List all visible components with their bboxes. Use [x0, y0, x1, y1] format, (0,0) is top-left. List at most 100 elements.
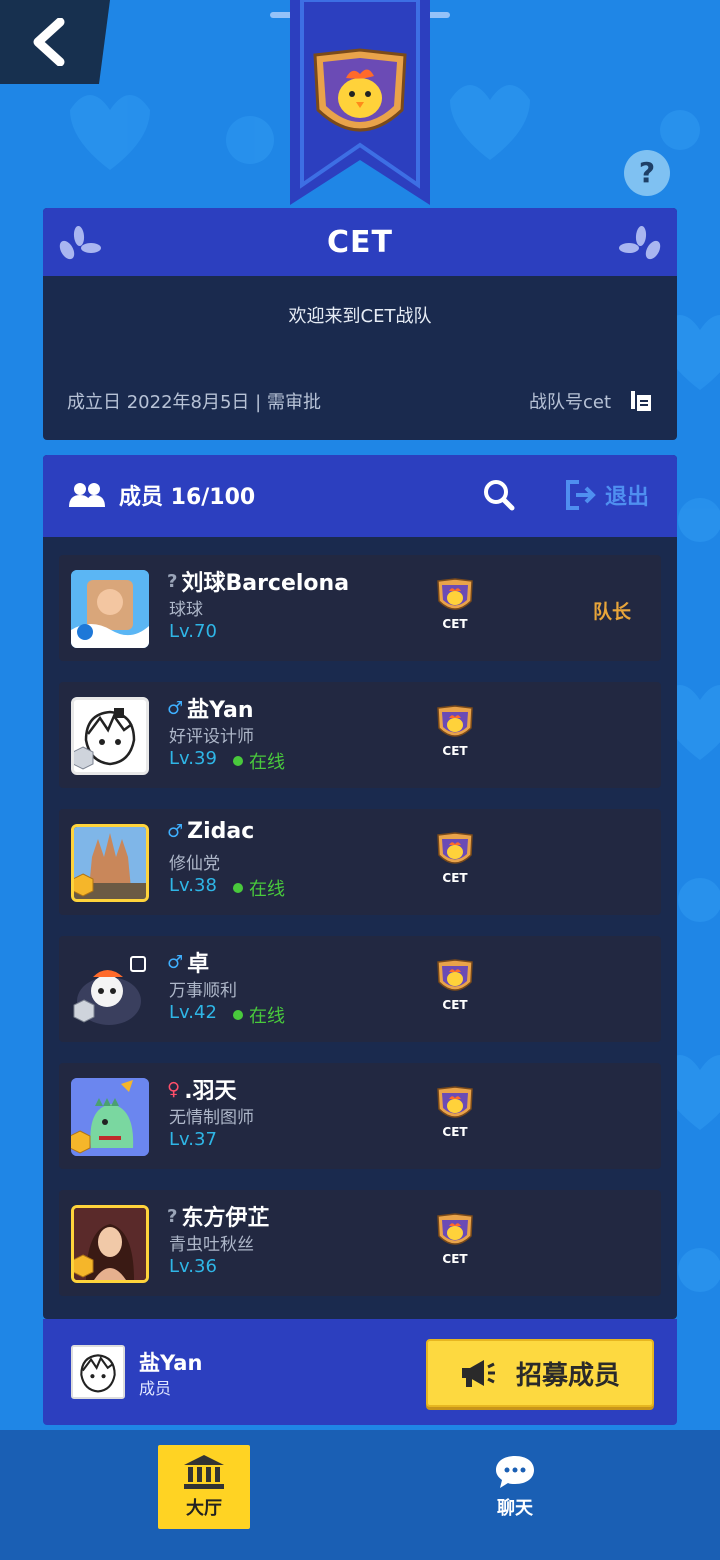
team-welcome-text: 欢迎来到CET战队 — [288, 306, 432, 327]
member-team-emblem: CET — [435, 1085, 475, 1139]
member-name: ? 刘球Barcelona — [167, 565, 349, 597]
member-name-text: 东方伊芷 — [181, 1206, 270, 1231]
team-emblem-icon — [437, 1086, 473, 1118]
member-row[interactable]: ♂ Zidac 修仙党 Lv.38 在线 CET — [59, 809, 661, 915]
member-emblem-label: CET — [442, 998, 468, 1012]
gender-unknown-icon: ? — [167, 570, 178, 592]
gender-male-icon: ♂ — [167, 697, 184, 719]
exit-icon — [566, 480, 596, 510]
megaphone-icon — [461, 1360, 495, 1387]
member-name-text: Zidac — [187, 819, 255, 844]
rank-badge-icon — [71, 1130, 91, 1154]
team-emblem-icon — [437, 1213, 473, 1245]
nav-hall[interactable]: 大厅 — [158, 1445, 250, 1529]
member-avatar[interactable] — [71, 1078, 149, 1156]
back-button[interactable] — [0, 0, 110, 84]
member-emblem-label: CET — [442, 1252, 468, 1266]
member-role-leader: 队长 — [592, 601, 631, 623]
member-level: Lv.39 — [169, 748, 217, 769]
member-name: ♀ .羽天 — [167, 1073, 237, 1105]
avatar-image — [71, 570, 149, 648]
member-row[interactable]: ? 刘球Barcelona 球球 Lv.70 CET 队长 — [59, 555, 661, 661]
gender-male-icon: ♂ — [167, 821, 184, 842]
rank-badge-icon — [74, 746, 94, 770]
member-name: ♂ Zidac — [167, 819, 254, 844]
members-header: 成员 16/100 退出 — [43, 455, 677, 537]
member-team-emblem: CET — [435, 577, 475, 631]
nav-chat[interactable]: 聊天 — [469, 1445, 561, 1529]
copy-icon[interactable] — [629, 389, 653, 413]
nav-hall-label: 大厅 — [186, 1498, 222, 1519]
member-row[interactable]: ? 东方伊芷 青虫吐秋丝 Lv.36 CET — [59, 1190, 661, 1296]
gender-unknown-icon: ? — [167, 1205, 178, 1227]
member-emblem-label: CET — [442, 617, 468, 631]
members-title: 成员 16/100 — [69, 479, 255, 511]
self-avatar[interactable] — [71, 1345, 125, 1399]
members-panel: 成员 16/100 退出 ? 刘球Barcelona 球球 Lv.70 CET … — [43, 455, 677, 1319]
member-emblem-label: CET — [442, 1125, 468, 1139]
members-count: 成员 16/100 — [119, 485, 256, 510]
recruit-members-button[interactable]: 招募成员 — [426, 1339, 654, 1407]
exit-label: 退出 — [605, 485, 650, 510]
online-dot-icon — [233, 883, 243, 893]
member-list: ? 刘球Barcelona 球球 Lv.70 CET 队长 ♂ 盐Yan 好评设… — [59, 555, 661, 1317]
member-team-emblem: CET — [435, 958, 475, 1012]
member-avatar[interactable] — [71, 951, 149, 1029]
member-emblem-label: CET — [442, 744, 468, 758]
member-name: ♂ 卓 — [167, 946, 209, 978]
self-role: 成员 — [139, 1379, 172, 1398]
team-emblem-icon — [437, 578, 473, 610]
nav-chat-label: 聊天 — [497, 1498, 533, 1519]
member-avatar[interactable] — [71, 697, 149, 775]
online-label: 在线 — [249, 879, 285, 900]
member-online-status: 在线 — [233, 748, 285, 774]
member-row[interactable]: ♀ .羽天 无情制图师 Lv.37 CET — [59, 1063, 661, 1169]
online-label: 在线 — [249, 752, 285, 773]
exit-team-button[interactable]: 退出 — [565, 479, 649, 511]
member-team-emblem: CET — [435, 831, 475, 885]
member-name: ? 东方伊芷 — [167, 1200, 269, 1232]
member-level: Lv.38 — [169, 875, 217, 896]
team-emblem-icon — [313, 48, 407, 132]
rank-badge-icon — [74, 1254, 94, 1278]
member-row[interactable]: ♂ 卓 万事顺利 Lv.42 在线 CET — [59, 936, 661, 1042]
self-info-bar: 盐Yan 成员 招募成员 — [43, 1319, 677, 1425]
team-info-card: CET 欢迎来到CET战队 成立日 2022年8月5日 | 需审批 战队号cet — [43, 208, 677, 440]
member-team-emblem: CET — [435, 1212, 475, 1266]
member-avatar[interactable] — [71, 570, 149, 648]
hall-building-icon — [184, 1455, 224, 1489]
member-emblem-label: CET — [442, 871, 468, 885]
member-online-status: 在线 — [233, 1002, 285, 1028]
search-icon[interactable] — [483, 479, 515, 511]
rank-badge-icon — [73, 999, 95, 1023]
member-level: Lv.37 — [169, 1129, 217, 1150]
online-label: 在线 — [249, 1006, 285, 1027]
team-footer: 成立日 2022年8月5日 | 需审批 战队号cet — [67, 386, 653, 416]
member-avatar[interactable] — [71, 824, 149, 902]
back-arrow-icon — [33, 18, 65, 66]
gender-female-icon: ♀ — [167, 1078, 181, 1100]
online-dot-icon — [233, 756, 243, 766]
member-name-text: 卓 — [187, 952, 210, 977]
team-emblem-icon — [437, 705, 473, 737]
member-name-text: .羽天 — [184, 1079, 237, 1104]
team-id-row: 战队号cet — [529, 388, 653, 414]
member-row[interactable]: ♂ 盐Yan 好评设计师 Lv.39 在线 CET — [59, 682, 661, 788]
bottom-nav: 大厅 聊天 — [0, 1430, 720, 1560]
help-button[interactable]: ? — [624, 150, 670, 196]
members-group-icon — [69, 483, 105, 507]
recruit-label: 招募成员 — [515, 1360, 620, 1391]
member-avatar[interactable] — [71, 1205, 149, 1283]
member-team-emblem: CET — [435, 704, 475, 758]
rank-badge-icon — [74, 873, 94, 897]
member-title: 万事顺利 — [169, 981, 237, 1001]
self-name: 盐Yan — [139, 1351, 203, 1375]
member-title: 青虫吐秋丝 — [169, 1235, 254, 1255]
laurel-right-icon — [619, 226, 661, 260]
laurel-left-icon — [59, 226, 101, 260]
member-title: 无情制图师 — [169, 1108, 254, 1128]
online-dot-icon — [233, 1010, 243, 1020]
member-level: Lv.42 — [169, 1002, 217, 1023]
team-founded-info: 成立日 2022年8月5日 | 需审批 — [67, 392, 321, 413]
member-level: Lv.70 — [169, 621, 217, 642]
